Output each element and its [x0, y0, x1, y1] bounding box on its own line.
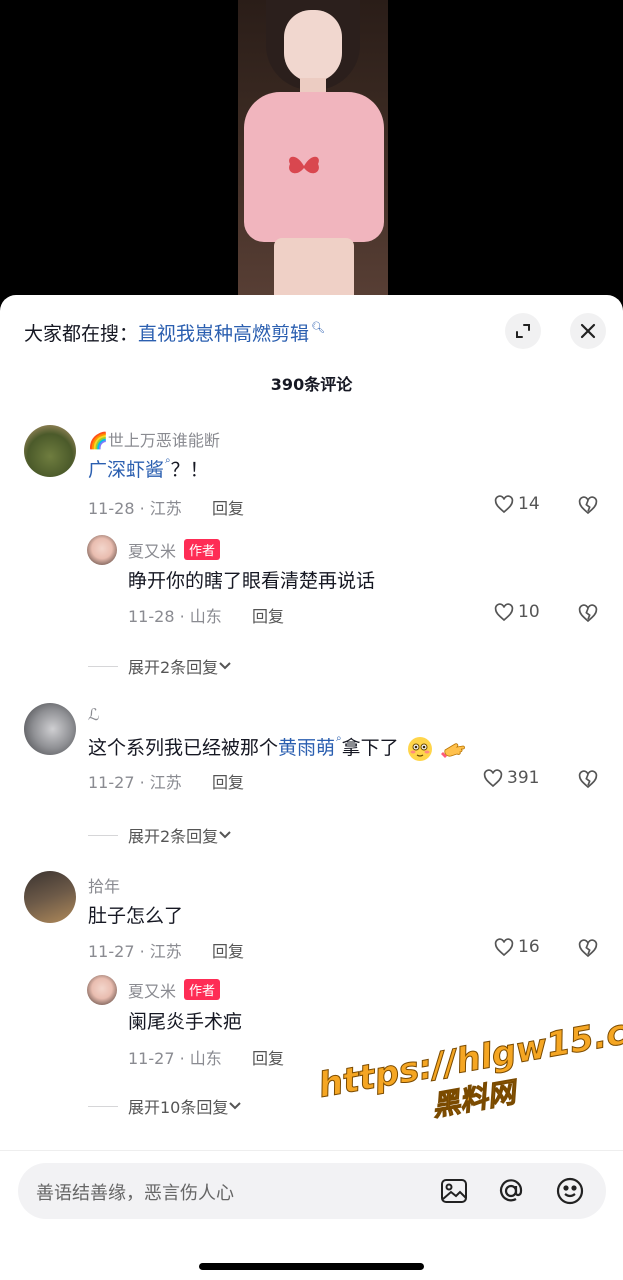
- comment-input-bar: 善语结善缘，恶言伤人心: [0, 1150, 623, 1280]
- close-button[interactable]: [570, 313, 606, 349]
- like-count: 391: [507, 768, 540, 788]
- reply-button[interactable]: 回复: [252, 1045, 284, 1069]
- mention-button[interactable]: [495, 1175, 527, 1207]
- expand-replies-label: 展开2条回复: [128, 827, 219, 846]
- butterfly-graphic: [289, 156, 319, 174]
- comment-input-placeholder: 善语结善缘，恶言伤人心: [36, 1183, 234, 1204]
- avatar[interactable]: [87, 535, 117, 565]
- comment-username[interactable]: ℒ: [88, 705, 100, 724]
- like-button[interactable]: 14: [494, 494, 540, 514]
- reply-button[interactable]: 回复: [252, 603, 284, 627]
- search-suggestion[interactable]: 大家都在搜： 直视我崽种高燃剪辑 🔍︎: [24, 317, 325, 347]
- like-button[interactable]: 391: [483, 768, 539, 788]
- avatar[interactable]: [24, 425, 76, 477]
- chevron-down-icon: [229, 1102, 242, 1110]
- comment-count: 390条评论: [270, 375, 353, 394]
- author-badge: 作者: [184, 539, 221, 560]
- reply-button[interactable]: 回复: [212, 769, 244, 793]
- comment-text: 这个系列我已经被那个黄雨萌⌕拿下了: [88, 733, 467, 762]
- reply-text: 睁开你的瞎了眼看清楚再说话: [128, 570, 376, 592]
- video-figure-face: [284, 10, 342, 82]
- reply-username[interactable]: 夏又米 作者: [128, 978, 221, 1002]
- pointing-hand-emoji-icon: [440, 742, 465, 758]
- comment-search-link[interactable]: 黄雨萌: [278, 737, 335, 759]
- like-count: 16: [518, 937, 540, 957]
- reply-button[interactable]: 回复: [212, 495, 244, 519]
- reply-text: 阑尾炎手术疤: [128, 1011, 243, 1033]
- video-frame: [238, 0, 388, 310]
- expand-button[interactable]: [505, 313, 541, 349]
- comment-meta: 11-27 · 江苏: [88, 773, 182, 792]
- search-term-link[interactable]: 直视我崽种高燃剪辑: [138, 319, 309, 346]
- expand-replies-label: 展开2条回复: [128, 658, 219, 677]
- close-icon: [580, 323, 596, 339]
- comment-username[interactable]: 拾年: [88, 873, 120, 897]
- like-count: 14: [518, 494, 540, 514]
- expand-icon: [516, 324, 530, 338]
- search-small-icon: 🔍︎: [311, 320, 325, 334]
- avatar[interactable]: [87, 975, 117, 1005]
- like-button[interactable]: 16: [494, 937, 540, 957]
- reply-button[interactable]: 回复: [212, 938, 244, 962]
- avatar[interactable]: [24, 871, 76, 923]
- video-player[interactable]: [0, 0, 623, 310]
- image-button[interactable]: [438, 1175, 470, 1207]
- comment-search-link[interactable]: 广深虾酱: [88, 459, 164, 481]
- broken-heart-icon[interactable]: [578, 604, 598, 623]
- blush-emoji-icon: [407, 736, 432, 761]
- expand-replies[interactable]: 展开10条回复: [88, 1094, 242, 1118]
- emoji-button[interactable]: [554, 1175, 586, 1207]
- divider: [88, 665, 118, 667]
- comment-text-rest: ？！: [170, 459, 209, 481]
- chevron-down-icon: [219, 831, 231, 839]
- comment-text: 广深虾酱⌕？！: [88, 455, 209, 482]
- heart-icon: [494, 494, 514, 513]
- divider: [88, 834, 118, 836]
- reply-username-text: 夏又米: [128, 542, 177, 561]
- comment-text: 肚子怎么了: [88, 905, 184, 927]
- expand-replies[interactable]: 展开2条回复: [88, 654, 232, 678]
- expand-replies-label: 展开10条回复: [128, 1098, 229, 1117]
- broken-heart-icon[interactable]: [578, 939, 598, 958]
- at-icon: [499, 1179, 523, 1202]
- comment-meta: 11-27 · 江苏: [88, 942, 182, 961]
- search-prefix: 大家都在搜：: [24, 322, 139, 345]
- home-indicator[interactable]: [199, 1263, 424, 1270]
- reply-meta: 11-28 · 山东: [128, 607, 222, 626]
- heart-icon: [494, 937, 514, 956]
- comment-username[interactable]: 🌈世上万恶谁能断: [88, 427, 220, 451]
- like-count: 10: [518, 602, 540, 622]
- author-badge: 作者: [184, 979, 221, 1000]
- image-icon: [441, 1179, 467, 1203]
- site-watermark: https://hlgw15.com 黑料网: [315, 1002, 623, 1144]
- comment-meta: 11-28 · 江苏: [88, 499, 182, 518]
- broken-heart-icon[interactable]: [578, 770, 598, 789]
- like-button[interactable]: 10: [494, 602, 540, 622]
- reply-username-text: 夏又米: [128, 982, 177, 1001]
- emoji-icon: [556, 1177, 584, 1205]
- divider: [88, 1105, 118, 1107]
- chevron-down-icon: [219, 662, 231, 670]
- comment-text-post: 拿下了: [341, 737, 399, 759]
- reply-username[interactable]: 夏又米 作者: [128, 538, 221, 562]
- comment-text-pre: 这个系列我已经被那个: [88, 737, 279, 759]
- comment-sheet: 大家都在搜： 直视我崽种高燃剪辑 🔍︎ 390条评论 🌈世上万恶谁能断 广深虾酱…: [0, 295, 623, 1280]
- avatar[interactable]: [24, 703, 76, 755]
- heart-icon: [483, 768, 503, 787]
- comment-input[interactable]: 善语结善缘，恶言伤人心: [18, 1163, 606, 1219]
- reply-meta: 11-27 · 山东: [128, 1049, 222, 1068]
- expand-replies[interactable]: 展开2条回复: [88, 823, 232, 847]
- broken-heart-icon[interactable]: [578, 496, 598, 515]
- heart-icon: [494, 602, 514, 621]
